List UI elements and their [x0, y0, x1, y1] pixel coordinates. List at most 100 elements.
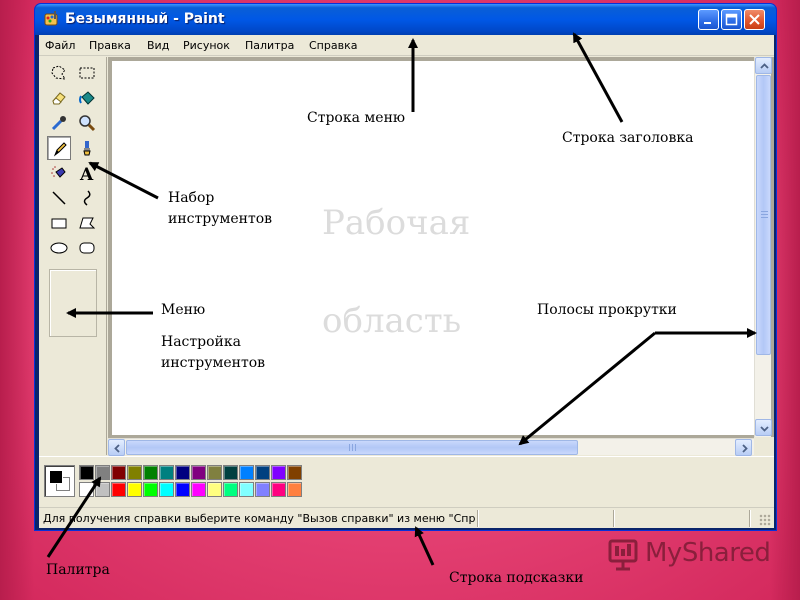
rounded-rect-icon — [79, 242, 95, 254]
palette-swatch[interactable] — [239, 482, 254, 497]
label-tool-settings-line2: инструментов — [161, 355, 266, 371]
paint-app-icon[interactable] — [43, 11, 59, 27]
eraser-icon — [52, 92, 66, 105]
tool-rectangle[interactable] — [47, 211, 71, 235]
palette-swatch[interactable] — [111, 482, 126, 497]
rectangle-icon — [51, 218, 67, 229]
menu-help[interactable]: Справка — [309, 39, 357, 52]
tool-fill[interactable] — [75, 86, 99, 110]
ellipse-icon — [50, 242, 68, 254]
label-toolset-line1: Набор — [168, 190, 215, 206]
chevron-up-icon — [760, 63, 769, 69]
palette-swatch[interactable] — [95, 465, 110, 480]
vertical-scroll-thumb[interactable] — [756, 75, 771, 355]
palette-swatch[interactable] — [271, 465, 286, 480]
palette-swatch[interactable] — [287, 465, 302, 480]
resize-grip[interactable] — [759, 514, 771, 526]
svg-text:A: A — [79, 165, 94, 182]
text-icon: A — [79, 165, 94, 182]
foreground-color — [49, 470, 63, 484]
scroll-up-button[interactable] — [755, 57, 772, 74]
brush-icon — [83, 141, 91, 156]
tool-rounded-rect[interactable] — [75, 236, 99, 260]
color-picker-icon — [51, 116, 66, 131]
tool-text[interactable]: A — [75, 161, 99, 185]
label-toolset-line2: инструментов — [168, 211, 273, 227]
myshared-logo-icon — [608, 539, 638, 571]
fill-bucket-icon — [79, 91, 95, 105]
palette-swatch[interactable] — [79, 465, 94, 480]
palette-swatch[interactable] — [271, 482, 286, 497]
palette-swatch[interactable] — [239, 465, 254, 480]
palette-swatch[interactable] — [143, 482, 158, 497]
free-select-icon — [51, 65, 66, 80]
menu-image[interactable]: Рисунок — [183, 39, 230, 52]
palette-swatch[interactable] — [287, 482, 302, 497]
vertical-scrollbar[interactable] — [754, 57, 772, 437]
menu-file[interactable]: Файл — [45, 39, 75, 52]
palette-swatch[interactable] — [111, 465, 126, 480]
horizontal-scrollbar[interactable] — [108, 438, 754, 456]
label-menu: Меню — [161, 302, 206, 318]
label-palette: Палитра — [46, 562, 110, 578]
tool-color-picker[interactable] — [47, 111, 71, 135]
airbrush-icon — [51, 166, 66, 178]
logo-text: MyShared — [645, 538, 771, 568]
palette-swatch[interactable] — [175, 465, 190, 480]
label-tool-settings-line1: Настройка — [161, 334, 241, 350]
menu-palette[interactable]: Палитра — [245, 39, 294, 52]
chevron-right-icon — [742, 444, 748, 453]
palette-swatch[interactable] — [95, 482, 110, 497]
tool-rect-select[interactable] — [75, 61, 99, 85]
menu-edit[interactable]: Правка — [89, 39, 131, 52]
palette-swatch[interactable] — [127, 482, 142, 497]
tool-brush[interactable] — [75, 136, 99, 160]
palette-swatch[interactable] — [79, 482, 94, 497]
maximize-icon — [725, 13, 738, 26]
palette-swatch[interactable] — [191, 482, 206, 497]
palette-swatch[interactable] — [159, 465, 174, 480]
tool-polygon[interactable] — [75, 211, 99, 235]
current-colors[interactable] — [44, 465, 75, 497]
palette-swatch[interactable] — [127, 465, 142, 480]
tool-airbrush[interactable] — [47, 161, 71, 185]
chevron-left-icon — [114, 444, 120, 453]
tool-options-box[interactable] — [49, 269, 97, 337]
palette-swatch[interactable] — [175, 482, 190, 497]
tool-eraser[interactable] — [47, 86, 71, 110]
line-icon — [52, 191, 66, 205]
palette-swatch[interactable] — [143, 465, 158, 480]
tool-free-select[interactable] — [47, 61, 71, 85]
window-client: Файл Правка Вид Рисунок Палитра Справка — [39, 35, 774, 528]
polygon-icon — [79, 217, 96, 229]
palette-swatch[interactable] — [223, 482, 238, 497]
scroll-down-button[interactable] — [755, 419, 772, 436]
scroll-left-button[interactable] — [108, 439, 125, 456]
palette-swatch[interactable] — [223, 465, 238, 480]
canvas-area — [108, 57, 774, 456]
title-bar[interactable]: Безымянный - Paint — [35, 4, 776, 35]
tool-ellipse[interactable] — [47, 236, 71, 260]
maximize-button[interactable] — [721, 9, 742, 30]
magnifier-icon — [79, 115, 96, 132]
tool-line[interactable] — [47, 186, 71, 210]
close-button[interactable] — [744, 9, 765, 30]
palette-swatch[interactable] — [207, 482, 222, 497]
scroll-right-button[interactable] — [735, 439, 752, 456]
menu-view[interactable]: Вид — [147, 39, 169, 52]
palette-swatch[interactable] — [255, 465, 270, 480]
horizontal-scroll-thumb[interactable] — [126, 440, 578, 455]
palette-swatch[interactable] — [191, 465, 206, 480]
minimize-icon — [704, 22, 711, 24]
tool-curve[interactable] — [75, 186, 99, 210]
pencil-icon — [53, 142, 67, 157]
palette-swatch[interactable] — [255, 482, 270, 497]
minimize-button[interactable] — [698, 9, 719, 30]
drawing-canvas[interactable] — [112, 61, 754, 435]
scroll-corner — [754, 437, 774, 455]
label-menu-row: Строка меню — [307, 110, 406, 126]
palette-swatch[interactable] — [159, 482, 174, 497]
tool-magnifier[interactable] — [75, 111, 99, 135]
palette-swatch[interactable] — [207, 465, 222, 480]
tool-pencil[interactable] — [47, 136, 71, 160]
